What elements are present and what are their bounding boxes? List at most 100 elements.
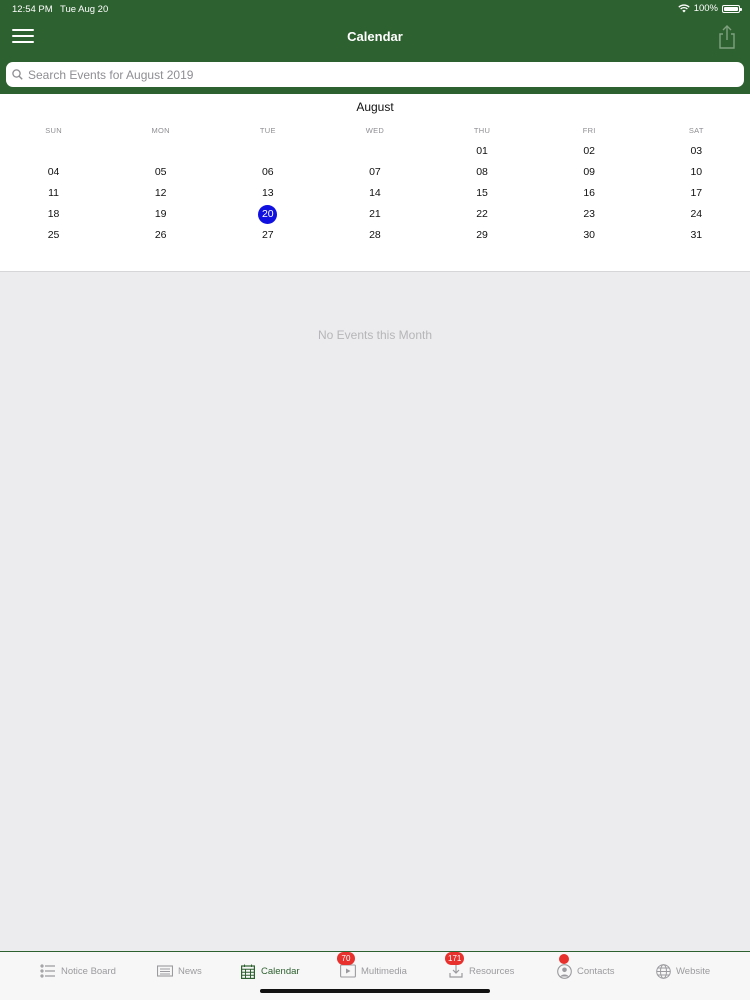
empty-events-message: No Events this Month xyxy=(317,328,433,342)
calendar-day[interactable]: 18 xyxy=(0,205,107,224)
contacts-icon xyxy=(556,954,572,979)
search-icon xyxy=(12,69,23,80)
calendar-day-number: 21 xyxy=(369,208,381,220)
calendar-day[interactable]: 13 xyxy=(214,184,321,203)
calendar-day-number: 20 xyxy=(258,205,278,224)
calendar-day-number: 09 xyxy=(583,166,596,178)
status-date: Tue Aug 20 xyxy=(60,4,109,15)
search-bar[interactable] xyxy=(6,62,744,87)
home-indicator xyxy=(260,989,490,993)
tab-contacts[interactable]: Contacts xyxy=(556,952,615,990)
calendar-day-number: 04 xyxy=(47,166,60,178)
calendar-day-number: 25 xyxy=(47,229,60,241)
calendar-day[interactable]: 16 xyxy=(536,184,643,203)
notification-badge: 70 xyxy=(337,952,355,965)
calendar-day-number: 01 xyxy=(476,145,488,157)
nav-bar: Calendar xyxy=(0,20,750,58)
calendar-day[interactable]: 04 xyxy=(0,163,107,182)
calendar-week-row: 04 05 06 07 08 09 10 xyxy=(0,162,750,183)
calendar-day[interactable]: 19 xyxy=(107,205,214,224)
tab-website[interactable]: Website xyxy=(655,952,710,990)
calendar-day-number: 13 xyxy=(261,187,274,199)
calendar-day[interactable]: 12 xyxy=(107,184,214,203)
weekday-label: THU xyxy=(473,126,491,135)
calendar-day[interactable]: 17 xyxy=(643,184,750,203)
tab-label: Calendar xyxy=(261,965,300,977)
calendar-day-number: 31 xyxy=(690,229,703,241)
calendar-day[interactable]: 03 xyxy=(643,142,750,161)
tab-calendar[interactable]: Calendar xyxy=(240,952,300,990)
calendar-day[interactable]: 05 xyxy=(107,163,214,182)
battery-percent: 100% xyxy=(693,3,718,14)
calendar-day[interactable]: 14 xyxy=(321,184,428,203)
calendar-day-number: 17 xyxy=(690,187,703,199)
page-title: Calendar xyxy=(347,29,403,44)
calendar-day-number: 27 xyxy=(261,229,274,241)
calendar-day[interactable]: 29 xyxy=(429,226,536,245)
newspaper-icon xyxy=(157,963,173,979)
calendar-day[interactable]: 21 xyxy=(321,205,428,224)
calendar-day-number: 26 xyxy=(154,229,167,241)
weekday-label: WED xyxy=(365,126,385,135)
globe-icon xyxy=(655,963,671,979)
calendar-day[interactable]: 25 xyxy=(0,226,107,245)
notification-badge xyxy=(559,954,569,964)
calendar-day[interactable]: 31 xyxy=(643,226,750,245)
calendar-day[interactable]: 01 xyxy=(429,142,536,161)
calendar-day[interactable]: 24 xyxy=(643,205,750,224)
calendar-grid: 01 02 03 04 05 06 07 08 09 10 11 12 13 14 15 16 17 18 19 20… xyxy=(0,141,750,246)
calendar-day[interactable]: 30 xyxy=(536,226,643,245)
weekday-label: SUN xyxy=(45,126,62,135)
calendar-day[interactable]: 11 xyxy=(0,184,107,203)
calendar-week-row: 18 19 20 21 22 23 24 xyxy=(0,204,750,225)
calendar-day-number: 15 xyxy=(476,187,488,199)
calendar-day[interactable]: 26 xyxy=(107,226,214,245)
calendar-day[interactable]: 09 xyxy=(536,163,643,182)
calendar-week-row: 01 02 03 xyxy=(0,141,750,162)
events-list: No Events this Month xyxy=(0,273,750,951)
calendar-day-number: 08 xyxy=(476,166,488,178)
month-calendar: August SUN MON TUE WED THU FRI SAT 01 02 03 04 05 0… xyxy=(0,94,750,272)
weekday-label: SAT xyxy=(688,126,704,135)
share-icon[interactable] xyxy=(716,24,738,50)
status-time: 12:54 PM xyxy=(12,4,53,15)
multimedia-icon: 70 xyxy=(337,952,356,979)
battery-icon xyxy=(722,4,742,13)
calendar-day-number: 11 xyxy=(48,187,60,199)
calendar-day[interactable]: 10 xyxy=(643,163,750,182)
calendar-day-number: 23 xyxy=(583,208,596,220)
calendar-day-number: 06 xyxy=(261,166,274,178)
calendar-day[interactable]: 02 xyxy=(536,142,643,161)
weekday-label: TUE xyxy=(259,126,276,135)
calendar-day[interactable]: 15 xyxy=(429,184,536,203)
calendar-week-row: 11 12 13 14 15 16 17 xyxy=(0,183,750,204)
notification-badge: 171 xyxy=(445,952,465,965)
tab-resources[interactable]: 171 Resources xyxy=(445,952,514,990)
month-title: August xyxy=(356,100,394,114)
calendar-day[interactable]: 08 xyxy=(429,163,536,182)
calendar-day-number: 18 xyxy=(47,208,60,220)
calendar-day[interactable]: 07 xyxy=(321,163,428,182)
calendar-day-number: 16 xyxy=(583,187,596,199)
tab-multimedia[interactable]: 70 Multimedia xyxy=(337,952,407,990)
tab-news[interactable]: News xyxy=(157,952,202,990)
calendar-day[interactable]: 22 xyxy=(429,205,536,224)
calendar-day-selected[interactable]: 20 xyxy=(214,205,321,224)
calendar-day-number: 28 xyxy=(369,229,381,241)
calendar-day[interactable]: 06 xyxy=(214,163,321,182)
calendar-day[interactable]: 23 xyxy=(536,205,643,224)
calendar-day[interactable]: 27 xyxy=(214,226,321,245)
weekday-label: MON xyxy=(151,126,170,135)
tab-notice-board[interactable]: Notice Board xyxy=(40,952,116,990)
calendar-day-number: 22 xyxy=(476,208,488,220)
weekday-label: FRI xyxy=(582,126,596,135)
tab-label: News xyxy=(178,965,202,977)
tab-label: Notice Board xyxy=(61,965,116,977)
search-input[interactable] xyxy=(28,67,728,82)
calendar-day-number: 02 xyxy=(583,145,596,157)
calendar-day[interactable]: 28 xyxy=(321,226,428,245)
calendar-day-number: 10 xyxy=(690,166,703,178)
calendar-day-number: 14 xyxy=(369,187,381,199)
wifi-icon xyxy=(678,4,690,13)
calendar-day-number: 24 xyxy=(690,208,703,220)
